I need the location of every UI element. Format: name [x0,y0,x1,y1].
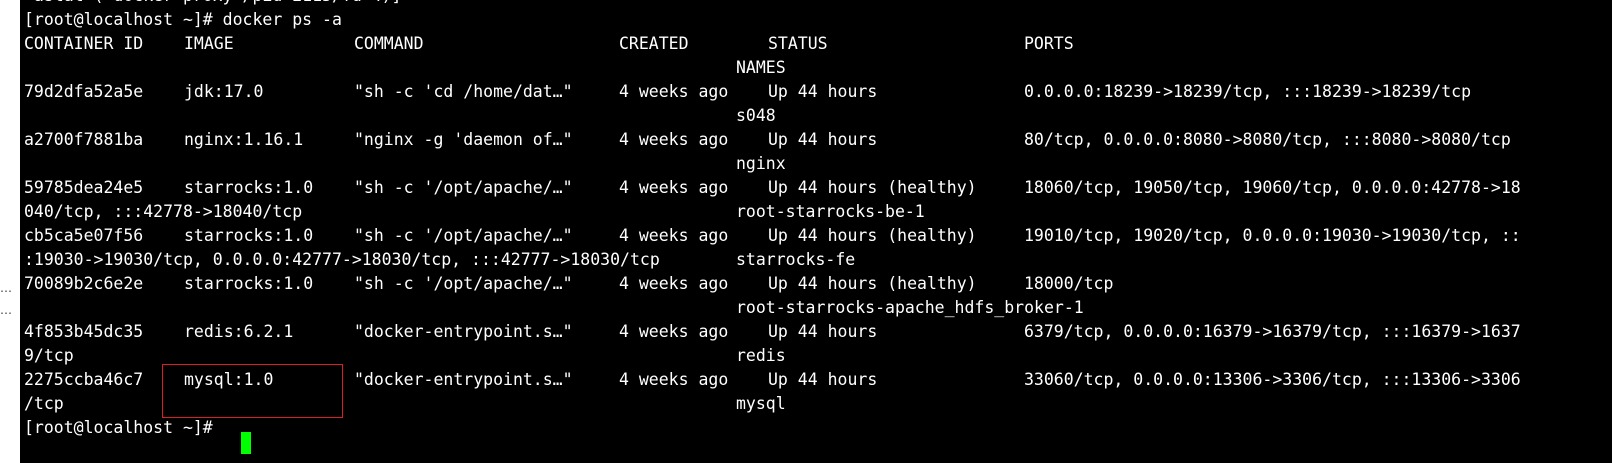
container-ports-continued: :19030->19030/tcp, 0.0.0.0:42777->18030/… [24,250,660,269]
container-name: s048 [736,106,776,125]
container-command: "sh -c '/opt/apache/…" [354,226,573,245]
container-created: 4 weeks ago [619,370,729,389]
header-names: NAMES [736,58,786,77]
container-image: nginx:1.16.1 [184,130,304,149]
header-created: CREATED [619,34,689,53]
container-name: mysql [736,394,786,413]
container-status: Up 44 hours (healthy) [768,274,977,293]
container-status: Up 44 hours [768,130,878,149]
terminal-window[interactable]: –astat ( docker-proxy /pid 2115/fd 4)] [… [20,0,1612,463]
container-id: 79d2dfa52a5e [24,82,144,101]
left-window-edge: … … [0,0,20,463]
container-ports: 33060/tcp, 0.0.0.0:13306->3306/tcp, :::1… [1024,370,1521,389]
header-command: COMMAND [354,34,424,53]
container-status: Up 44 hours (healthy) [768,226,977,245]
container-image: starrocks:1.0 [184,178,314,197]
text-cursor[interactable] [241,432,251,454]
container-status: Up 44 hours (healthy) [768,178,977,197]
container-command: "sh -c '/opt/apache/…" [354,178,573,197]
container-created: 4 weeks ago [619,274,729,293]
previous-output-line: –astat ( docker-proxy /pid 2115/fd 4)] [24,0,402,8]
container-status: Up 44 hours [768,322,878,341]
header-image: IMAGE [184,34,234,53]
container-ports: 0.0.0.0:18239->18239/tcp, :::18239->1823… [1024,82,1472,101]
side-ellipsis-mark: … [0,303,12,317]
header-container-id: CONTAINER ID [24,34,144,53]
container-ports: 18060/tcp, 19050/tcp, 19060/tcp, 0.0.0.0… [1024,178,1521,197]
container-id: a2700f7881ba [24,130,144,149]
container-name: nginx [736,154,786,173]
prompt-command-line: [root@localhost ~]# docker ps -a [24,10,342,29]
container-id: 2275ccba46c7 [24,370,144,389]
container-command: "docker-entrypoint.s…" [354,322,573,341]
container-id: 59785dea24e5 [24,178,144,197]
container-command: "sh -c 'cd /home/dat…" [354,82,573,101]
container-command: "sh -c '/opt/apache/…" [354,274,573,293]
container-id: 4f853b45dc35 [24,322,144,341]
header-ports: PORTS [1024,34,1074,53]
container-ports: 6379/tcp, 0.0.0.0:16379->16379/tcp, :::1… [1024,322,1521,341]
container-status: Up 44 hours [768,370,878,389]
container-image: jdk:17.0 [184,82,264,101]
container-status: Up 44 hours [768,82,878,101]
container-image: redis:6.2.1 [184,322,294,341]
container-created: 4 weeks ago [619,226,729,245]
container-name: redis [736,346,786,365]
right-window-edge [1612,0,1622,463]
container-ports-continued: 040/tcp, :::42778->18040/tcp [24,202,303,221]
side-ellipsis-mark: … [0,281,12,295]
container-name: starrocks-fe [736,250,856,269]
container-created: 4 weeks ago [619,130,729,149]
container-ports: 19010/tcp, 19020/tcp, 0.0.0.0:19030->190… [1024,226,1521,245]
container-image: starrocks:1.0 [184,226,314,245]
container-image: starrocks:1.0 [184,274,314,293]
container-id: 70089b2c6e2e [24,274,144,293]
container-ports: 18000/tcp [1024,274,1114,293]
container-ports-continued: 9/tcp [24,346,74,365]
container-created: 4 weeks ago [619,322,729,341]
container-command: "docker-entrypoint.s…" [354,370,573,389]
container-name: root-starrocks-apache_hdfs_broker-1 [736,298,1084,317]
container-created: 4 weeks ago [619,82,729,101]
container-ports: 80/tcp, 0.0.0.0:8080->8080/tcp, :::8080-… [1024,130,1511,149]
mysql-image-highlight-box [162,364,343,418]
container-created: 4 weeks ago [619,178,729,197]
final-prompt: [root@localhost ~]# [24,418,213,437]
container-name: root-starrocks-be-1 [736,202,925,221]
header-status: STATUS [768,34,828,53]
container-id: cb5ca5e07f56 [24,226,144,245]
container-command: "nginx -g 'daemon of…" [354,130,573,149]
container-ports-continued: /tcp [24,394,64,413]
